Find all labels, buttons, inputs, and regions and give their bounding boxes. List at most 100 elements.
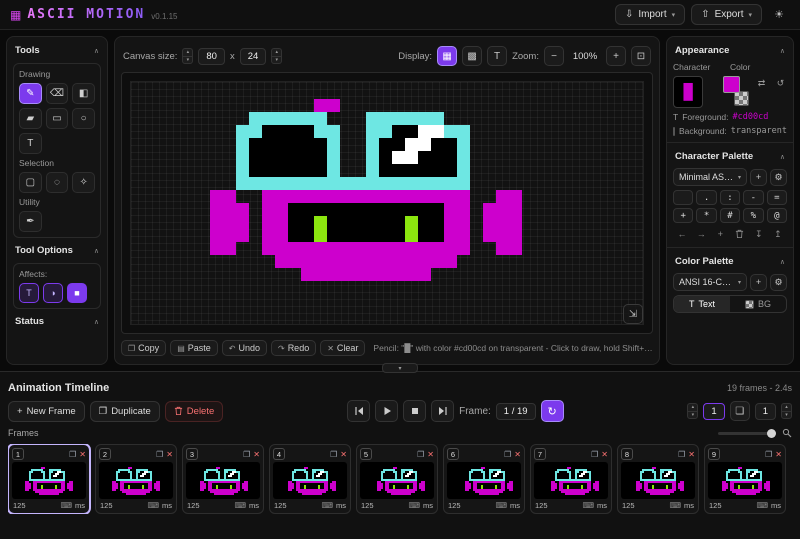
canvas-expand-button[interactable]: ⇲ — [623, 304, 643, 324]
frame-duration-value[interactable]: 125 — [13, 501, 26, 510]
eraser-tool-button[interactable]: ⌫ — [46, 83, 69, 104]
frame-delete-button[interactable]: ✕ — [601, 450, 608, 459]
onion-prev-stepper[interactable]: ▴ ▾ — [687, 403, 698, 419]
last-frame-button[interactable] — [431, 400, 454, 422]
background-color-toggle[interactable]: BG — [730, 296, 786, 312]
frame-duration-value[interactable]: 125 — [100, 501, 113, 510]
frame-duration-value[interactable]: 125 — [448, 501, 461, 510]
step-down-icon[interactable]: ▾ — [781, 411, 792, 419]
display-grid-toggle[interactable]: ▦ — [437, 46, 457, 66]
slider-thumb[interactable] — [767, 429, 776, 438]
frame-duration-value[interactable]: 125 — [709, 501, 722, 510]
frame-duplicate-button[interactable]: ❐ — [330, 450, 337, 459]
add-character-palette-button[interactable]: + — [750, 169, 767, 186]
frame-duration-value[interactable]: 125 — [622, 501, 635, 510]
frame-duplicate-button[interactable]: ❐ — [243, 450, 250, 459]
frame-delete-button[interactable]: ✕ — [340, 450, 347, 459]
character-palette-select[interactable]: Minimal ASC... ▾ — [673, 168, 747, 186]
pencil-tool-button[interactable]: ✎ — [19, 83, 42, 104]
affect-color-toggle[interactable]: ◑ — [43, 283, 63, 303]
swap-colors-button[interactable]: ⇄ — [755, 76, 768, 90]
lasso-select-tool-button[interactable]: ◌ — [46, 172, 69, 193]
ellipse-tool-button[interactable]: ○ — [72, 108, 95, 129]
frame-duplicate-button[interactable]: ❐ — [69, 450, 76, 459]
export-button[interactable]: ⇧ Export ▾ — [691, 4, 762, 25]
frame-delete-button[interactable]: ✕ — [79, 450, 86, 459]
onion-prev-value[interactable]: 1 — [703, 403, 724, 420]
color-palette-settings-button[interactable]: ⚙ — [770, 274, 787, 291]
theme-toggle-button[interactable]: ☀ — [768, 4, 790, 26]
frame-delete-button[interactable]: ✕ — [514, 450, 521, 459]
color-swatches[interactable] — [723, 76, 749, 106]
character-palette-settings-button[interactable]: ⚙ — [770, 169, 787, 186]
canvas-height-stepper[interactable]: ▴ ▾ — [271, 48, 282, 64]
canvas[interactable]: ⇲ — [121, 72, 653, 334]
palette-delete-button[interactable] — [733, 227, 747, 241]
delete-frame-button[interactable]: Delete — [165, 401, 223, 422]
step-up-icon[interactable]: ▴ — [781, 403, 792, 411]
palette-char-button[interactable]: @ — [767, 208, 787, 223]
frame-delete-button[interactable]: ✕ — [688, 450, 695, 459]
frame-card[interactable]: 9 ❐ ✕ 125 ⌨ ms — [704, 444, 786, 514]
frame-duration-value[interactable]: 125 — [361, 501, 374, 510]
rectangle-tool-button[interactable]: ▭ — [46, 108, 69, 129]
palette-char-button[interactable] — [673, 190, 693, 205]
palette-char-button[interactable]: # — [720, 208, 740, 223]
palette-char-button[interactable]: = — [767, 190, 787, 205]
palette-import-button[interactable]: ↥ — [771, 227, 785, 241]
affect-background-toggle[interactable]: ■ — [67, 283, 87, 303]
frame-duplicate-button[interactable]: ❐ — [504, 450, 511, 459]
eyedropper-tool-button[interactable]: ✒ — [19, 211, 42, 232]
tools-section-header[interactable]: Tools ∧ — [13, 43, 101, 58]
step-down-icon[interactable]: ▾ — [271, 56, 282, 64]
text-tool-button[interactable]: T — [19, 133, 42, 154]
frame-duplicate-button[interactable]: ❐ — [417, 450, 424, 459]
thumbnail-size-slider[interactable] — [718, 432, 776, 435]
onion-skin-toggle[interactable]: ❏ — [730, 401, 750, 421]
zoom-in-button[interactable]: + — [606, 46, 626, 66]
frame-delete-button[interactable]: ✕ — [253, 450, 260, 459]
palette-char-button[interactable]: - — [743, 190, 763, 205]
foreground-color-swatch[interactable] — [723, 76, 740, 93]
loop-toggle-button[interactable]: ↻ — [541, 400, 564, 422]
canvas-width-value[interactable]: 80 — [198, 48, 225, 65]
palette-prev-button[interactable]: ← — [675, 227, 689, 241]
canvas-height-value[interactable]: 24 — [240, 48, 267, 65]
frame-card[interactable]: 5 ❐ ✕ 125 ⌨ ms — [356, 444, 438, 514]
onion-next-stepper[interactable]: ▴ ▾ — [781, 403, 792, 419]
color-palette-section-header[interactable]: Color Palette ∧ — [673, 254, 787, 269]
palette-char-button[interactable]: % — [743, 208, 763, 223]
add-color-palette-button[interactable]: + — [750, 274, 767, 291]
timeline-collapse-button[interactable]: ▾ — [382, 363, 418, 373]
palette-char-button[interactable]: . — [696, 190, 716, 205]
status-section-header[interactable]: Status ∧ — [13, 314, 101, 329]
step-down-icon[interactable]: ▾ — [182, 56, 193, 64]
frame-card[interactable]: 6 ❐ ✕ 125 ⌨ ms — [443, 444, 525, 514]
display-transparency-toggle[interactable]: ▩ — [462, 46, 482, 66]
paste-button[interactable]: ▤Paste — [170, 340, 218, 356]
step-up-icon[interactable]: ▴ — [182, 48, 193, 56]
magic-wand-tool-button[interactable]: ✧ — [72, 172, 95, 193]
palette-export-button[interactable]: ↧ — [752, 227, 766, 241]
display-text-toggle[interactable]: T — [487, 46, 507, 66]
frame-delete-button[interactable]: ✕ — [775, 450, 782, 459]
canvas-width-stepper[interactable]: ▴ ▾ — [182, 48, 193, 64]
affect-character-toggle[interactable]: T — [19, 283, 39, 303]
frame-card[interactable]: 2 ❐ ✕ 125 ⌨ ms — [95, 444, 177, 514]
frame-delete-button[interactable]: ✕ — [166, 450, 173, 459]
play-button[interactable] — [375, 400, 398, 422]
marquee-select-tool-button[interactable]: ▢ — [19, 172, 42, 193]
frame-duration-value[interactable]: 125 — [535, 501, 548, 510]
onion-next-value[interactable]: 1 — [755, 403, 776, 420]
frame-duplicate-button[interactable]: ❐ — [156, 450, 163, 459]
palette-next-button[interactable]: → — [694, 227, 708, 241]
palette-char-button[interactable]: * — [696, 208, 716, 223]
redo-button[interactable]: ↷Redo — [271, 340, 316, 356]
first-frame-button[interactable] — [347, 400, 370, 422]
fill-rectangle-tool-button[interactable]: ▰ — [19, 108, 42, 129]
frame-duplicate-button[interactable]: ❐ — [678, 450, 685, 459]
zoom-out-button[interactable]: − — [544, 46, 564, 66]
import-button[interactable]: ⇩ Import ▾ — [615, 4, 685, 25]
clear-button[interactable]: ✕Clear — [320, 340, 365, 356]
frame-card[interactable]: 7 ❐ ✕ 125 ⌨ ms — [530, 444, 612, 514]
